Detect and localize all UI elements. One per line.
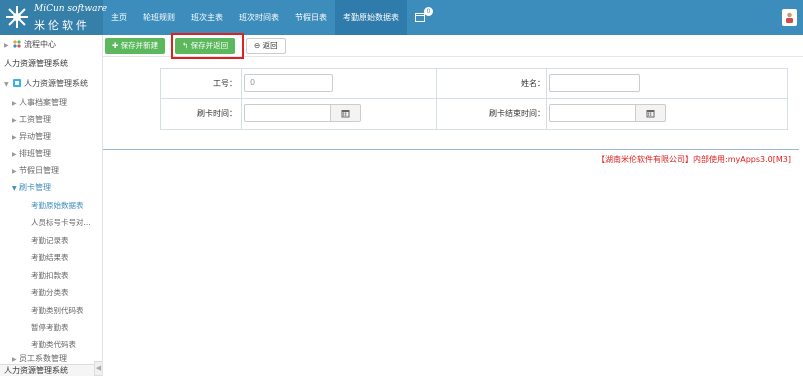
sidebar-item-hr-system[interactable]: ▼ 人力资源管理系统 <box>0 76 102 92</box>
sidebar-item-transfer[interactable]: ▶ 异动管理 <box>0 129 102 145</box>
copyright-text: 【湖南米伦软件有限公司】内部使用:myApps3.0[M3] <box>597 155 791 164</box>
sidebar-sub-attendance-type-code[interactable]: 考勤类别代码表 <box>0 303 102 319</box>
circle-minus-icon: ⊖ <box>254 41 263 50</box>
attendance-form: 工号： 0 姓名： 刷卡时间： 刷卡结束时间： <box>160 68 788 130</box>
sidebar-item-label: 节假日管理 <box>19 166 59 175</box>
sidebar-item-salary[interactable]: ▶ 工资管理 <box>0 112 102 128</box>
caret-right-icon: ▶ <box>12 100 17 107</box>
top-nav: 主页 轮班规则 班次主表 班次时间表 节假日表 考勤原始数据表 0 <box>103 0 435 35</box>
back-button[interactable]: ⊖ 返回 <box>246 38 286 54</box>
button-label: 返回 <box>262 41 278 50</box>
sidebar-item-label: 流程中心 <box>24 40 56 49</box>
caret-right-icon: ▶ <box>4 42 9 49</box>
caret-down-icon: ▼ <box>12 185 17 192</box>
form-row: 刷卡时间： 刷卡结束时间： <box>161 99 787 129</box>
user-menu-button[interactable] <box>782 9 797 26</box>
divider <box>241 99 242 129</box>
name-label: 姓名： <box>521 79 545 88</box>
caret-right-icon: ▶ <box>12 134 17 141</box>
sidebar-section-header: 人力资源管理系统 <box>0 56 102 72</box>
nav-attendance-raw[interactable]: 考勤原始数据表 <box>335 0 407 35</box>
caret-down-icon: ▼ <box>4 81 9 88</box>
sidebar-item-label: 刷卡管理 <box>19 183 51 192</box>
nav-home[interactable]: 主页 <box>103 0 135 35</box>
caret-right-icon: ▶ <box>12 117 17 124</box>
logo-text-cn: 米伦软件 <box>34 19 90 32</box>
plus-icon: ✚ <box>112 41 121 50</box>
nav-more[interactable]: 0 <box>407 0 435 35</box>
card-time-calendar-button[interactable] <box>331 104 361 122</box>
top-header: MiCun software 米伦软件 主页 轮班规则 班次主表 班次时间表 节… <box>0 0 803 35</box>
emp-no-label: 工号： <box>213 79 237 88</box>
workflow-icon <box>13 40 21 48</box>
card-end-calendar-button[interactable] <box>636 104 666 122</box>
sidebar-item-holiday[interactable]: ▶ 节假日管理 <box>0 163 102 179</box>
calendar-icon <box>646 110 655 118</box>
divider <box>546 99 547 129</box>
save-and-new-button[interactable]: ✚ 保存并新建 <box>105 38 166 54</box>
window-icon <box>415 13 425 22</box>
card-end-time-input[interactable] <box>549 104 636 122</box>
sidebar-item-label: 人事档案管理 <box>19 98 67 107</box>
sidebar-sub-attendance-pause[interactable]: 暂停考勤表 <box>0 320 102 336</box>
form-row: 工号： 0 姓名： <box>161 69 787 99</box>
content-divider <box>103 149 799 150</box>
nav-shift-master[interactable]: 班次主表 <box>183 0 231 35</box>
sidebar-item-workflow[interactable]: ▶ 流程中心 <box>0 37 102 53</box>
emp-no-input[interactable]: 0 <box>244 74 333 92</box>
button-label: 保存并新建 <box>120 41 159 50</box>
name-input[interactable] <box>549 74 640 92</box>
sidebar-sub-attendance-deduction[interactable]: 考勤扣款表 <box>0 268 102 284</box>
sidebar-item-label: 异动管理 <box>19 132 51 141</box>
sidebar-collapse-button[interactable]: ◀ <box>94 361 102 376</box>
sidebar-item-label: 人力资源管理系统 <box>24 79 88 88</box>
nav-holidays[interactable]: 节假日表 <box>287 0 335 35</box>
nav-shift-time[interactable]: 班次时间表 <box>231 0 287 35</box>
notification-badge: 0 <box>424 7 433 16</box>
sidebar: ▶ 流程中心 人力资源管理系统 ▼ 人力资源管理系统 ▶ 人事档案管理 ▶ 工资管理 ▶… <box>0 35 103 376</box>
sidebar-sub-attendance-result[interactable]: 考勤结果表 <box>0 250 102 266</box>
nav-shift-rules[interactable]: 轮班规则 <box>135 0 183 35</box>
calendar-icon <box>341 110 350 118</box>
divider <box>241 69 242 99</box>
sidebar-footer: 人力资源管理系统 <box>0 364 102 376</box>
logo-text-en: MiCun software <box>34 4 108 14</box>
sidebar-item-personnel[interactable]: ▶ 人事档案管理 <box>0 95 102 111</box>
sidebar-item-label: 员工系数管理 <box>19 354 67 363</box>
sidebar-sub-attendance-category[interactable]: 考勤分类表 <box>0 285 102 301</box>
card-time-label: 刷卡时间： <box>197 109 237 118</box>
card-time-input[interactable] <box>244 104 331 122</box>
card-end-time-label: 刷卡结束时间： <box>489 109 545 118</box>
sidebar-sub-card-mapping[interactable]: 人员标号卡号对... <box>0 215 102 231</box>
sidebar-item-card-management[interactable]: ▼ 刷卡管理 <box>0 180 102 196</box>
caret-right-icon: ▶ <box>12 168 17 175</box>
system-icon <box>13 79 21 87</box>
logo-icon <box>6 6 28 28</box>
logo[interactable]: MiCun software 米伦软件 <box>0 0 107 35</box>
sidebar-sub-attendance-raw[interactable]: 考勤原始数据表 <box>0 198 102 214</box>
sidebar-item-label: 工资管理 <box>19 115 51 124</box>
caret-right-icon: ▶ <box>12 151 17 158</box>
highlight-box <box>171 33 244 59</box>
sidebar-item-label: 排班管理 <box>19 149 51 158</box>
sidebar-item-scheduling[interactable]: ▶ 排班管理 <box>0 146 102 162</box>
user-icon <box>786 12 793 23</box>
divider <box>546 69 547 99</box>
sidebar-sub-attendance-record[interactable]: 考勤记录表 <box>0 233 102 249</box>
